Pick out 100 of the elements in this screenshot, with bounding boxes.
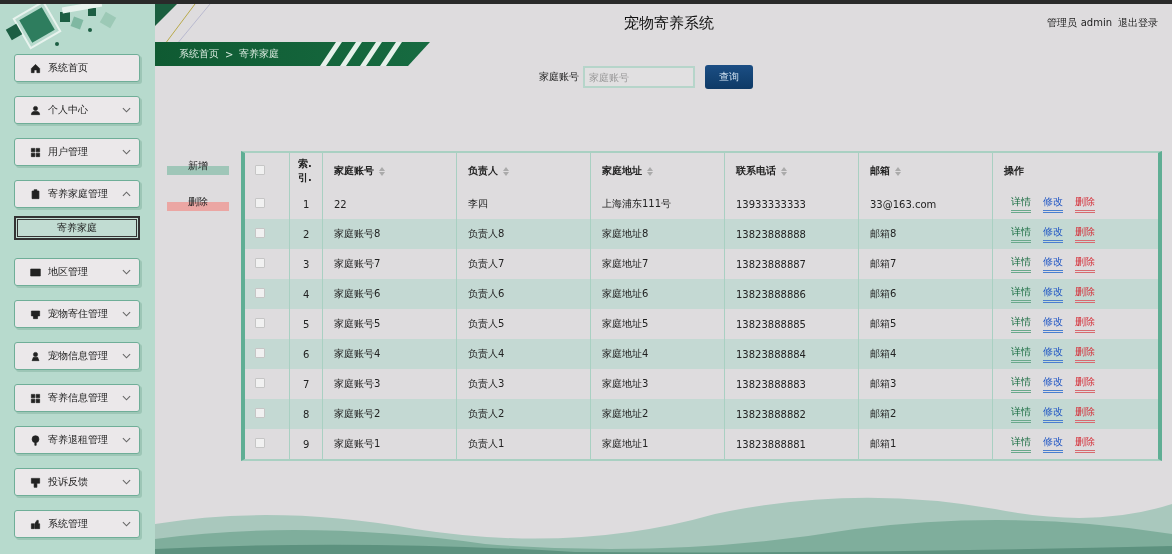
sidebar-item[interactable]: 投诉反馈 bbox=[14, 468, 140, 496]
checkbox[interactable] bbox=[255, 198, 265, 208]
table-cell: 家庭地址1 bbox=[590, 429, 725, 459]
edit-link[interactable]: 修改 bbox=[1043, 225, 1063, 243]
edit-link[interactable]: 修改 bbox=[1043, 195, 1063, 213]
delete-link[interactable]: 删除 bbox=[1075, 315, 1095, 333]
delete-link[interactable]: 删除 bbox=[1075, 405, 1095, 423]
table-cell: 家庭账号4 bbox=[322, 339, 457, 369]
delete-link[interactable]: 删除 bbox=[1075, 285, 1095, 303]
submenu-item[interactable]: 寄养家庭 bbox=[14, 216, 140, 240]
search-label: 家庭账号 bbox=[539, 70, 579, 84]
table-cell: 负责人4 bbox=[456, 339, 591, 369]
add-button[interactable]: 新增 bbox=[167, 157, 229, 175]
sidebar-item[interactable]: 个人中心 bbox=[14, 96, 140, 124]
chevron-icon bbox=[122, 437, 131, 443]
chevron-icon bbox=[122, 311, 131, 317]
table-cell: 邮箱8 bbox=[858, 219, 993, 249]
checkbox[interactable] bbox=[255, 318, 265, 328]
sidebar-item[interactable]: 寄养家庭管理 bbox=[14, 180, 140, 208]
menu-icon bbox=[30, 188, 41, 200]
menu-icon bbox=[30, 62, 41, 74]
edit-link[interactable]: 修改 bbox=[1043, 405, 1063, 423]
checkbox[interactable] bbox=[255, 378, 265, 388]
sidebar-item[interactable]: 系统首页 bbox=[14, 54, 140, 82]
sidebar-item[interactable]: 系统管理 bbox=[14, 510, 140, 538]
checkbox[interactable] bbox=[255, 258, 265, 268]
checkbox[interactable] bbox=[255, 408, 265, 418]
detail-link[interactable]: 详情 bbox=[1011, 315, 1031, 333]
column-header[interactable]: 邮箱 bbox=[858, 153, 993, 189]
table-cell: 邮箱2 bbox=[858, 399, 993, 429]
sort-icon bbox=[781, 166, 787, 176]
table-cell: 负责人8 bbox=[456, 219, 591, 249]
edit-link[interactable]: 修改 bbox=[1043, 345, 1063, 363]
table-cell: 负责人1 bbox=[456, 429, 591, 459]
chevron-icon bbox=[122, 107, 131, 113]
app-title: 宠物寄养系统 bbox=[623, 13, 714, 33]
checkbox[interactable] bbox=[255, 228, 265, 238]
delete-link[interactable]: 删除 bbox=[1075, 345, 1095, 363]
detail-link[interactable]: 详情 bbox=[1011, 195, 1031, 213]
edit-link[interactable]: 修改 bbox=[1043, 255, 1063, 273]
menu-icon bbox=[30, 266, 41, 278]
breadcrumb-link[interactable]: 寄养家庭 bbox=[239, 47, 280, 61]
column-header[interactable]: 负责人 bbox=[456, 153, 591, 189]
breadcrumb-link[interactable]: 系统首页 bbox=[179, 47, 219, 61]
sort-icon bbox=[503, 166, 509, 176]
table-cell: 4 bbox=[289, 279, 323, 309]
chevron-icon bbox=[122, 395, 131, 401]
chevron-icon bbox=[122, 149, 131, 155]
column-header[interactable]: 家庭账号 bbox=[322, 153, 457, 189]
table-cell: 负责人6 bbox=[456, 279, 591, 309]
detail-link[interactable]: 详情 bbox=[1011, 405, 1031, 423]
search-button[interactable]: 查询 bbox=[705, 65, 753, 89]
sidebar-item[interactable]: 宠物寄住管理 bbox=[14, 300, 140, 328]
delete-link[interactable]: 删除 bbox=[1075, 195, 1095, 213]
edit-link[interactable]: 修改 bbox=[1043, 315, 1063, 333]
table-cell: 9 bbox=[289, 429, 323, 459]
sidebar-item[interactable]: 寄养信息管理 bbox=[14, 384, 140, 412]
delete-link[interactable]: 删除 bbox=[1075, 255, 1095, 273]
detail-link[interactable]: 详情 bbox=[1011, 345, 1031, 363]
table-cell: 8 bbox=[289, 399, 323, 429]
table-cell: 家庭账号1 bbox=[322, 429, 457, 459]
checkbox[interactable] bbox=[255, 165, 265, 175]
table-cell: 家庭地址4 bbox=[590, 339, 725, 369]
detail-link[interactable]: 详情 bbox=[1011, 285, 1031, 303]
checkbox[interactable] bbox=[255, 438, 265, 448]
checkbox[interactable] bbox=[255, 348, 265, 358]
detail-link[interactable]: 详情 bbox=[1011, 435, 1031, 453]
delete-link[interactable]: 删除 bbox=[1075, 375, 1095, 393]
user-label: 管理员 admin bbox=[1047, 16, 1112, 30]
table-cell: 13823888882 bbox=[724, 399, 859, 429]
chevron-icon bbox=[122, 479, 131, 485]
detail-link[interactable]: 详情 bbox=[1011, 375, 1031, 393]
sidebar-item[interactable]: 用户管理 bbox=[14, 138, 140, 166]
delete-link[interactable]: 删除 bbox=[1075, 435, 1095, 453]
menu-icon bbox=[30, 146, 41, 158]
delete-link[interactable]: 删除 bbox=[1075, 225, 1095, 243]
column-header[interactable]: 联系电话 bbox=[724, 153, 859, 189]
edit-link[interactable]: 修改 bbox=[1043, 435, 1063, 453]
sidebar-item[interactable]: 寄养退租管理 bbox=[14, 426, 140, 454]
table-cell: 13823888884 bbox=[724, 339, 859, 369]
detail-link[interactable]: 详情 bbox=[1011, 225, 1031, 243]
checkbox[interactable] bbox=[255, 288, 265, 298]
menu-icon bbox=[30, 392, 41, 404]
sidebar-item[interactable]: 宠物信息管理 bbox=[14, 342, 140, 370]
table-cell: 6 bbox=[289, 339, 323, 369]
sidebar-item[interactable]: 地区管理 bbox=[14, 258, 140, 286]
logout-link[interactable]: 退出登录 bbox=[1118, 16, 1158, 30]
table-cell: 家庭地址2 bbox=[590, 399, 725, 429]
column-header[interactable]: 家庭地址 bbox=[590, 153, 725, 189]
detail-link[interactable]: 详情 bbox=[1011, 255, 1031, 273]
sort-icon bbox=[379, 166, 385, 176]
sort-icon bbox=[895, 166, 901, 176]
column-header: 索.引. bbox=[289, 153, 323, 189]
edit-link[interactable]: 修改 bbox=[1043, 285, 1063, 303]
menu-icon bbox=[30, 434, 41, 446]
table-cell: 家庭地址6 bbox=[590, 279, 725, 309]
edit-link[interactable]: 修改 bbox=[1043, 375, 1063, 393]
table-cell: 家庭账号6 bbox=[322, 279, 457, 309]
search-field[interactable]: 家庭账号 bbox=[583, 66, 695, 88]
table-cell: 13823888888 bbox=[724, 219, 859, 249]
